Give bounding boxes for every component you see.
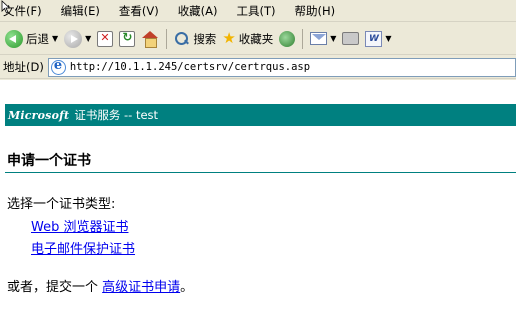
email-protection-cert-link[interactable]: 电子邮件保护证书	[31, 238, 135, 257]
search-icon	[174, 31, 190, 47]
cert-type-prompt: 选择一个证书类型:	[7, 197, 116, 212]
search-button[interactable]: 搜索	[171, 27, 219, 51]
advanced-request-link[interactable]: 高级证书申请	[102, 280, 180, 295]
banner-text: 证书服务 -- test	[74, 108, 159, 122]
refresh-button[interactable]	[116, 27, 138, 51]
menu-tools[interactable]: 工具(T)	[237, 3, 276, 19]
favorites-button[interactable]: ★ 收藏夹	[219, 27, 276, 51]
media-icon	[279, 30, 296, 47]
edit-icon: W	[365, 30, 383, 47]
banner-brand: Microsoft	[8, 108, 70, 122]
forward-button[interactable]: ▼	[61, 27, 94, 51]
star-icon: ★	[222, 29, 236, 47]
home-icon	[141, 30, 159, 48]
advanced-request-prefix: 或者，提交一个	[7, 280, 103, 295]
back-arrow-icon	[5, 29, 23, 48]
advanced-request-suffix: 。	[180, 280, 194, 295]
page-title: 申请一个证书	[7, 153, 91, 169]
toolbar: 后退 ▼ ▼ 搜索 ★ 收藏夹 ▼	[0, 23, 516, 55]
advanced-request-line: 或者，提交一个 高级证书申请。	[7, 276, 193, 295]
toolbar-separator	[166, 28, 168, 49]
forward-arrow-icon	[64, 29, 83, 48]
address-input[interactable]: http://10.1.1.245/certsrv/certrqus.asp	[47, 57, 516, 77]
address-label: 地址(D)	[3, 60, 44, 74]
media-button[interactable]	[276, 27, 298, 51]
menu-view[interactable]: 查看(V)	[119, 3, 159, 19]
menu-bar: 文件(F) 编辑(E) 查看(V) 收藏(A) 工具(T) 帮助(H)	[0, 0, 516, 22]
web-browser-cert-link[interactable]: Web 浏览器证书	[31, 216, 128, 235]
chevron-down-icon[interactable]: ▼	[330, 34, 336, 43]
service-banner: Microsoft 证书服务 -- test	[5, 104, 516, 126]
page-icon	[50, 58, 66, 75]
toolbar-separator	[302, 28, 304, 49]
print-button[interactable]	[339, 27, 362, 51]
chevron-down-icon[interactable]: ▼	[85, 34, 91, 43]
mail-icon	[310, 32, 328, 45]
stop-button[interactable]	[94, 27, 116, 51]
menu-favorites[interactable]: 收藏(A)	[178, 3, 218, 19]
print-icon	[342, 32, 360, 45]
home-button[interactable]	[138, 27, 162, 51]
address-url[interactable]: http://10.1.1.245/certsrv/certrqus.asp	[70, 61, 310, 73]
chevron-down-icon[interactable]: ▼	[385, 34, 391, 43]
mouse-cursor-icon	[1, 0, 11, 14]
back-button-label: 后退	[26, 31, 49, 46]
chevron-down-icon[interactable]: ▼	[52, 34, 58, 43]
page-content: Microsoft 证书服务 -- test 申请一个证书 选择一个证书类型: …	[0, 80, 516, 315]
refresh-icon	[119, 30, 136, 47]
back-button[interactable]: 后退 ▼	[2, 27, 61, 51]
mail-button[interactable]: ▼	[307, 27, 339, 51]
search-button-label: 搜索	[193, 31, 217, 46]
address-bar: 地址(D) http://10.1.1.245/certsrv/certrqus…	[0, 56, 516, 79]
stop-icon	[97, 30, 114, 47]
favorites-button-label: 收藏夹	[238, 31, 274, 46]
edit-button[interactable]: W ▼	[362, 27, 394, 51]
menu-help[interactable]: 帮助(H)	[295, 3, 336, 19]
title-divider	[5, 172, 516, 173]
menu-edit[interactable]: 编辑(E)	[61, 3, 100, 19]
